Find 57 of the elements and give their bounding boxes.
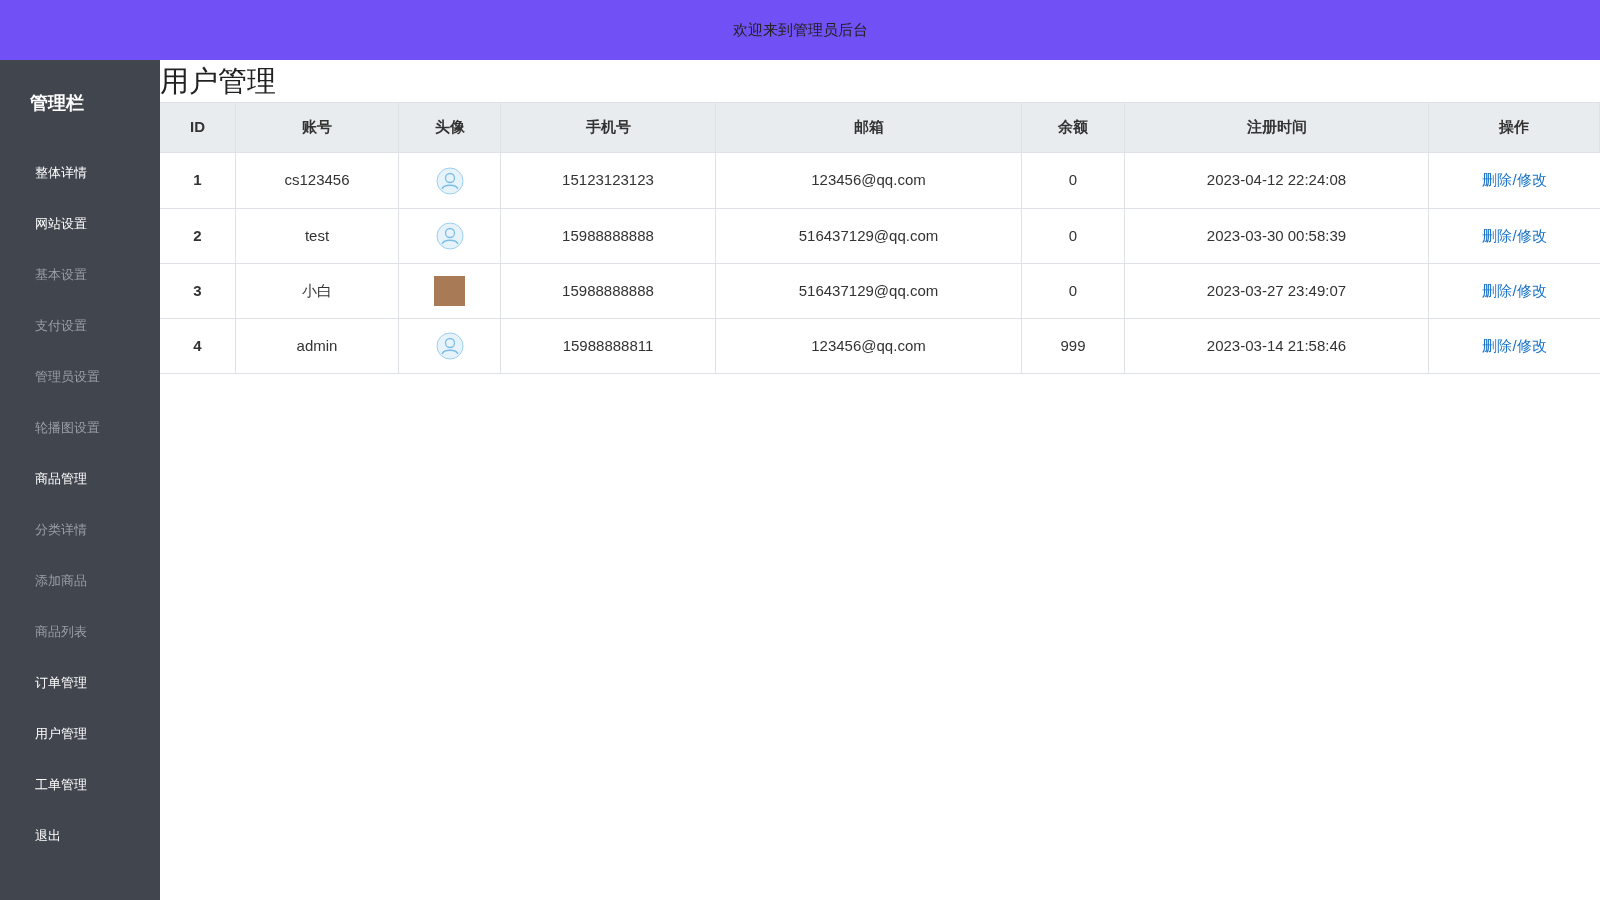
sidebar-title: 管理栏	[30, 92, 85, 115]
table-cell: 2023-03-14 21:58:46	[1125, 319, 1429, 373]
table-cell: 15123123123	[501, 153, 716, 208]
user-avatar-icon	[435, 332, 464, 360]
edit-delete-link[interactable]: 删除/修改	[1482, 224, 1547, 248]
sidebar-item[interactable]: 商品列表	[30, 606, 160, 657]
column-header: ID	[160, 103, 236, 152]
table-cell: 4	[160, 319, 236, 373]
table-cell: cs123456	[236, 153, 399, 208]
edit-delete-link[interactable]: 删除/修改	[1482, 279, 1547, 303]
sidebar-item[interactable]: 商品管理	[30, 453, 160, 504]
sidebar-item[interactable]: 退出	[30, 810, 160, 861]
table-cell: 0	[1022, 264, 1125, 318]
sidebar-item[interactable]: 网站设置	[30, 198, 160, 249]
user-avatar-icon	[435, 166, 464, 195]
sidebar-item[interactable]: 添加商品	[30, 555, 160, 606]
table-cell: 516437129@qq.com	[716, 264, 1022, 318]
sidebar-item[interactable]: 基本设置	[30, 249, 160, 300]
sidebar-item[interactable]: 整体详情	[30, 147, 160, 198]
table-cell: 0	[1022, 209, 1125, 263]
edit-delete-link[interactable]: 删除/修改	[1482, 169, 1547, 192]
sidebar-item[interactable]: 管理员设置	[30, 351, 160, 402]
sidebar-item[interactable]: 支付设置	[30, 300, 160, 351]
table-cell: 2	[160, 209, 236, 263]
table-cell: test	[236, 209, 399, 263]
sidebar-item[interactable]: 订单管理	[30, 657, 160, 708]
sidebar-item[interactable]: 轮播图设置	[30, 402, 160, 453]
table-cell: 小白	[236, 264, 399, 318]
table-cell: 123456@qq.com	[716, 319, 1022, 373]
page-title: 用户管理	[160, 64, 277, 99]
column-header: 操作	[1429, 103, 1600, 152]
table-cell: 3	[160, 264, 236, 318]
column-header: 注册时间	[1125, 103, 1429, 152]
table-cell: 999	[1022, 319, 1125, 373]
table-cell: admin	[236, 319, 399, 373]
user-avatar-icon	[435, 222, 464, 250]
table-cell: 15988888888	[501, 209, 716, 263]
column-header: 邮箱	[716, 103, 1022, 152]
photo-placeholder	[434, 276, 465, 306]
table-cell: 2023-03-27 23:49:07	[1125, 264, 1429, 318]
table-cell: 123456@qq.com	[716, 153, 1022, 208]
header-title: 欢迎来到管理员后台	[732, 19, 868, 40]
table-cell: 1	[160, 153, 236, 208]
column-header: 手机号	[501, 103, 716, 152]
column-header: 余额	[1022, 103, 1125, 152]
column-header: 账号	[236, 103, 399, 152]
table-cell: 15988888811	[501, 319, 716, 373]
sidebar-item[interactable]: 用户管理	[30, 708, 160, 759]
sidebar-item[interactable]: 分类详情	[30, 504, 160, 555]
sidebar-item[interactable]: 工单管理	[30, 759, 160, 810]
table-cell: 15988888888	[501, 264, 716, 318]
column-header: 头像	[399, 103, 501, 152]
table-cell: 2023-04-12 22:24:08	[1125, 153, 1429, 208]
table-cell: 516437129@qq.com	[716, 209, 1022, 263]
table-cell: 0	[1022, 153, 1125, 208]
table-cell: 2023-03-30 00:58:39	[1125, 209, 1429, 263]
edit-delete-link[interactable]: 删除/修改	[1482, 334, 1547, 358]
